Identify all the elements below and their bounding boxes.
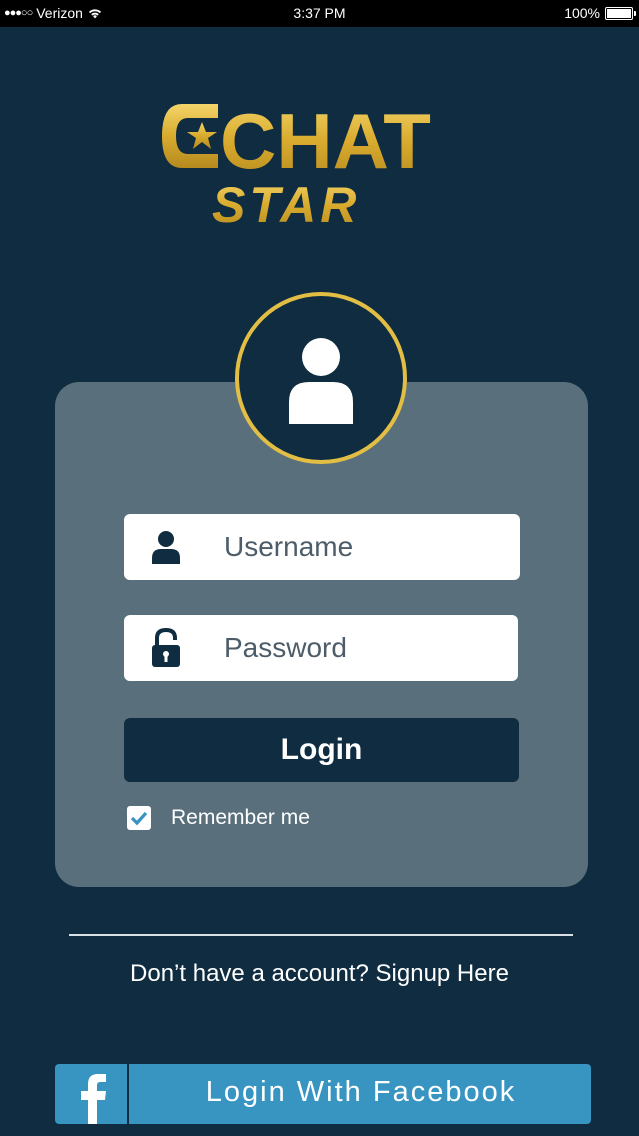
login-button[interactable]: Login: [124, 718, 519, 782]
username-input[interactable]: [224, 522, 504, 572]
user-avatar-icon: [289, 338, 353, 424]
status-time: 3:37 PM: [293, 5, 346, 21]
facebook-login-label: Login With Facebook: [205, 1076, 517, 1108]
remember-me-checkbox[interactable]: [127, 806, 151, 830]
lock-icon: [152, 628, 180, 667]
password-input[interactable]: [224, 623, 504, 673]
remember-me-label: Remember me: [171, 806, 310, 829]
status-bar: ●●●○○ Verizon 3:37 PM 100%: [0, 0, 639, 27]
checkmark-icon: [130, 811, 148, 826]
avatar: [235, 292, 407, 464]
facebook-f-icon: [81, 1074, 106, 1124]
user-icon: [152, 531, 180, 564]
signup-link[interactable]: Don’t have a account? Signup Here: [0, 960, 639, 988]
remember-me[interactable]: Remember me: [127, 806, 310, 830]
logo-text-star: STAR: [212, 177, 360, 228]
username-field[interactable]: [124, 514, 520, 580]
password-field[interactable]: [124, 615, 518, 681]
facebook-icon-box: [55, 1064, 129, 1124]
star-icon: [187, 122, 217, 149]
facebook-login-button[interactable]: Login With Facebook: [55, 1064, 591, 1124]
status-right: 100%: [564, 5, 636, 21]
logo-text-chat: CHAT: [220, 97, 431, 185]
divider: [69, 934, 573, 936]
app-logo: CHAT STAR: [160, 96, 480, 233]
battery-percent: 100%: [564, 5, 600, 21]
battery-icon: [605, 6, 636, 20]
